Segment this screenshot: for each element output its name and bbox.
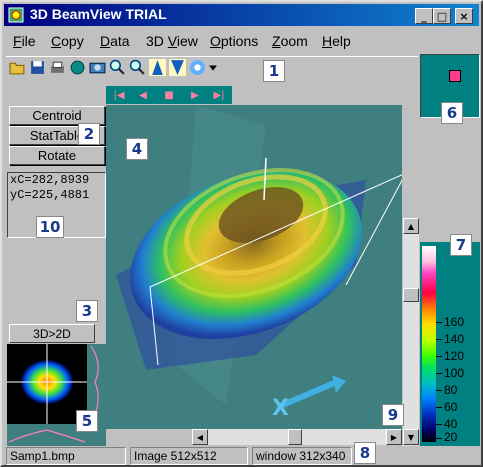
menu-options[interactable]: Options: [210, 33, 258, 49]
scroll-right-arrow-icon[interactable]: ▶: [386, 429, 402, 445]
xc-value: xC=282,8939: [10, 173, 90, 187]
svg-text:X: X: [272, 396, 289, 421]
callout-3: 3: [76, 300, 98, 322]
callout-5: 5: [76, 410, 98, 432]
star-icon[interactable]: [189, 59, 206, 76]
title-bar[interactable]: 3D BeamView TRIAL _ □ ×: [4, 4, 479, 26]
print-icon[interactable]: [49, 59, 66, 76]
legend-label: 80: [444, 383, 458, 397]
status-image-size: Image 512x512: [130, 447, 248, 465]
zoom-out-icon[interactable]: [129, 59, 146, 76]
3d-beam-view[interactable]: X: [106, 105, 402, 429]
scroll-up-arrow-icon[interactable]: ▲: [403, 218, 419, 234]
first-frame-button[interactable]: |◀: [112, 88, 126, 102]
legend-label: 100: [444, 366, 465, 380]
globe-icon[interactable]: [69, 59, 86, 76]
beam-up-icon[interactable]: [149, 59, 166, 76]
minimize-button[interactable]: _: [415, 8, 433, 24]
vertical-scroll-thumb[interactable]: [403, 288, 419, 302]
color-scale-bar: [422, 246, 436, 442]
beam-surface-plot: X: [116, 105, 402, 421]
legend-label: 40: [444, 417, 458, 431]
next-frame-button[interactable]: ▶: [188, 88, 202, 102]
callout-10: 10: [36, 216, 64, 238]
callout-1: 1: [263, 60, 285, 82]
menu-help[interactable]: Help: [322, 33, 351, 49]
maximize-button[interactable]: □: [433, 8, 451, 24]
zoom-in-icon[interactable]: [109, 59, 126, 76]
rotate-button[interactable]: Rotate: [9, 146, 105, 165]
app-icon: [8, 7, 24, 23]
menu-file[interactable]: File: [13, 33, 36, 49]
status-file: Samp1.bmp: [6, 447, 126, 465]
playback-controls: |◀ ◀ ■ ▶ ▶|: [106, 86, 232, 104]
dropdown-arrow-icon[interactable]: [208, 59, 218, 76]
menu-bar: File Copy Data 3D View Options Zoom Help: [4, 30, 479, 52]
swatch-color: [449, 70, 461, 82]
scroll-down-arrow-icon[interactable]: ▼: [403, 429, 419, 445]
open-icon[interactable]: [9, 59, 26, 76]
legend-label: 140: [444, 332, 465, 346]
menu-3d-view[interactable]: 3D View: [146, 33, 198, 49]
save-icon[interactable]: [29, 59, 46, 76]
camera-icon[interactable]: [89, 59, 106, 76]
menu-zoom[interactable]: Zoom: [272, 33, 308, 49]
status-window-size: window 312x340: [252, 447, 352, 465]
last-frame-button[interactable]: ▶|: [212, 88, 226, 102]
yc-value: yC=225,4881: [10, 188, 90, 202]
close-button[interactable]: ×: [455, 8, 473, 24]
callout-4: 4: [126, 138, 148, 160]
axis-indicator-icon: X: [272, 375, 346, 421]
callout-6: 6: [441, 102, 463, 124]
vertical-scrollbar[interactable]: ▲ ▼: [403, 218, 419, 446]
menu-copy[interactable]: Copy: [51, 33, 84, 49]
legend-label: 60: [444, 400, 458, 414]
legend-label: 20: [444, 430, 458, 444]
menu-data[interactable]: Data: [100, 33, 130, 49]
window-title: 3D BeamView TRIAL: [30, 6, 167, 22]
color-scale-legend: 160 140 120 100 80 60 40 20: [420, 242, 480, 446]
status-bar: Samp1.bmp Image 512x512 window 312x340: [4, 447, 479, 465]
callout-8: 8: [354, 442, 376, 464]
app-window: 3D BeamView TRIAL _ □ × File Copy Data 3…: [0, 0, 483, 467]
horizontal-scroll-thumb[interactable]: [288, 429, 302, 445]
callout-2: 2: [78, 123, 100, 145]
toolbar: [6, 56, 418, 78]
scroll-left-arrow-icon[interactable]: ◀: [192, 429, 208, 445]
callout-9: 9: [382, 404, 404, 426]
prev-frame-button[interactable]: ◀: [136, 88, 150, 102]
3d-to-2d-button[interactable]: 3D>2D: [9, 324, 95, 343]
callout-7: 7: [450, 234, 472, 256]
stop-button[interactable]: ■: [162, 88, 176, 102]
legend-label: 160: [444, 315, 465, 329]
legend-label: 120: [444, 349, 465, 363]
beam-split-icon[interactable]: [169, 59, 186, 76]
